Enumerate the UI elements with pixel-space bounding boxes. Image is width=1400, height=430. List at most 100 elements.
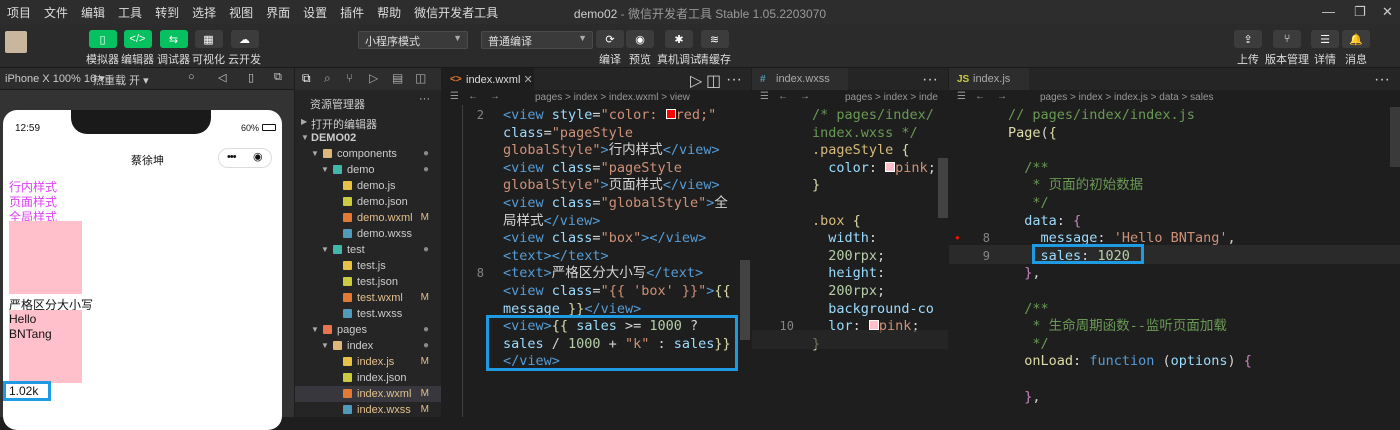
- open-editors-section[interactable]: ▶ 打开的编辑器: [295, 114, 441, 131]
- tree-file[interactable]: test.wxss: [295, 306, 441, 322]
- back-icon[interactable]: ←: [778, 91, 788, 102]
- details-button[interactable]: ☰ 详情: [1311, 30, 1339, 67]
- tree-file[interactable]: index.json: [295, 370, 441, 386]
- menu-item[interactable]: 项目: [0, 4, 37, 21]
- menu-item[interactable]: 视图: [222, 4, 259, 21]
- menu-item[interactable]: 选择: [185, 4, 222, 21]
- list-icon[interactable]: ☰: [957, 91, 966, 102]
- breadcrumb-item[interactable]: view: [670, 92, 690, 103]
- breadcrumb-item[interactable]: >: [600, 92, 609, 103]
- mode-select[interactable]: 小程序模式 ▼: [358, 31, 468, 49]
- list-icon[interactable]: ☰: [450, 91, 459, 102]
- tree-file[interactable]: index.wxml M: [295, 386, 441, 402]
- editor-button[interactable]: </> 编辑器: [121, 30, 154, 67]
- visual-button[interactable]: ▦ 可视化: [192, 30, 225, 67]
- wxss-code[interactable]: /* pages/index/ index.wxss */ .pageStyle…: [812, 107, 936, 353]
- preview-button[interactable]: ◉ 预览: [626, 30, 654, 67]
- simulator-button[interactable]: ▯ 模拟器: [86, 30, 119, 67]
- debug-icon[interactable]: ▷: [369, 71, 378, 85]
- breakpoint-icon[interactable]: ●: [955, 233, 960, 242]
- more-icon[interactable]: •••: [227, 151, 237, 163]
- menu-item[interactable]: 编辑: [74, 4, 111, 21]
- breadcrumb-item[interactable]: sales: [1190, 92, 1213, 103]
- tree-folder[interactable]: ▼ pages ●: [295, 322, 441, 338]
- breadcrumb-item[interactable]: index: [884, 92, 911, 103]
- breadcrumb-item[interactable]: >: [565, 92, 574, 103]
- scrollbar[interactable]: [1390, 107, 1400, 167]
- files-icon[interactable]: ⧉: [302, 71, 311, 86]
- source-control-icon[interactable]: ⑂: [346, 71, 353, 85]
- device-select[interactable]: iPhone X 100% 16 ▾: [5, 72, 105, 85]
- tree-file[interactable]: test.wxml M: [295, 290, 441, 306]
- more-icon[interactable]: ···: [726, 71, 742, 89]
- minimize-icon[interactable]: —: [1322, 4, 1335, 19]
- menu-item[interactable]: 工具: [111, 4, 148, 21]
- record-icon[interactable]: ○: [188, 71, 195, 83]
- close-icon[interactable]: ✕: [1382, 4, 1393, 20]
- search-icon[interactable]: ⌕: [324, 71, 331, 86]
- back-icon[interactable]: ←: [468, 91, 478, 102]
- tab-index-wxss[interactable]: # index.wxss: [752, 68, 848, 90]
- menu-item[interactable]: 设置: [296, 4, 333, 21]
- compile-mode-select[interactable]: 普通编译 ▼: [481, 31, 593, 49]
- clear-cache-button[interactable]: ≋ 清缓存: [698, 30, 731, 67]
- project-section[interactable]: ▼ DEMO02: [295, 130, 441, 146]
- tree-folder[interactable]: ▼ test ●: [295, 242, 441, 258]
- menu-item[interactable]: 插件: [333, 4, 370, 21]
- cloud-button[interactable]: ☁ 云开发: [228, 30, 261, 67]
- more-icon[interactable]: ···: [419, 93, 430, 105]
- close-capsule-icon[interactable]: ◉: [253, 150, 263, 163]
- tree-file[interactable]: demo.js: [295, 178, 441, 194]
- breadcrumb-item[interactable]: >: [1070, 92, 1079, 103]
- tree-folder[interactable]: ▼ components ●: [295, 146, 441, 162]
- back-icon[interactable]: ←: [975, 91, 985, 102]
- breadcrumb-item[interactable]: index: [574, 92, 601, 103]
- breadcrumb-item[interactable]: pages: [1040, 92, 1070, 103]
- tree-file[interactable]: test.js: [295, 258, 441, 274]
- split-icon[interactable]: ▷: [690, 71, 702, 91]
- hotreload-select[interactable]: 热重载 开 ▾: [93, 72, 149, 88]
- capsule-menu[interactable]: ••• ◉: [218, 148, 272, 168]
- tab-index-js[interactable]: JS index.js: [949, 68, 1029, 90]
- scrollbar[interactable]: [938, 158, 948, 218]
- breadcrumb-item[interactable]: pages: [535, 92, 565, 103]
- window-icon[interactable]: ⧉: [274, 71, 282, 84]
- version-button[interactable]: ⑂ 版本管理: [1265, 30, 1309, 67]
- breadcrumb-item[interactable]: index.js: [1114, 92, 1151, 103]
- forward-icon[interactable]: →: [997, 91, 1007, 102]
- breadcrumb-item[interactable]: >: [1182, 92, 1191, 103]
- compile-button[interactable]: ⟳ 编译: [596, 30, 624, 67]
- breadcrumb-item[interactable]: >: [661, 92, 670, 103]
- tab-index-wxml[interactable]: <> index.wxml ✕: [442, 68, 534, 90]
- tree-file[interactable]: index.js M: [295, 354, 441, 370]
- tree-file[interactable]: demo.json: [295, 194, 441, 210]
- messages-button[interactable]: 🔔 消息: [1342, 30, 1370, 67]
- breadcrumb-item[interactable]: >: [1151, 92, 1160, 103]
- tree-file[interactable]: demo.wxml M: [295, 210, 441, 226]
- tree-folder[interactable]: ▼ index ●: [295, 338, 441, 354]
- debugger-button[interactable]: ⇆ 调试器: [157, 30, 190, 67]
- breadcrumb-item[interactable]: pages: [845, 92, 875, 103]
- breadcrumb-item[interactable]: index: [1079, 92, 1106, 103]
- forward-icon[interactable]: →: [490, 91, 500, 102]
- phone-frame-icon[interactable]: ▯: [248, 71, 254, 84]
- menu-item[interactable]: 文件: [37, 4, 74, 21]
- more-icon[interactable]: ···: [1374, 71, 1390, 89]
- breadcrumb-item[interactable]: data: [1159, 92, 1181, 103]
- breadcrumb-item[interactable]: >: [1105, 92, 1114, 103]
- menu-item[interactable]: 帮助: [370, 4, 407, 21]
- breadcrumb-item[interactable]: >: [875, 92, 884, 103]
- upload-button[interactable]: ⇪ 上传: [1234, 30, 1262, 67]
- forward-icon[interactable]: →: [800, 91, 810, 102]
- menu-item[interactable]: 转到: [148, 4, 185, 21]
- tree-file[interactable]: index.wxss M: [295, 402, 441, 418]
- list-icon[interactable]: ☰: [760, 91, 769, 102]
- split-editor-icon[interactable]: ◫: [706, 71, 721, 91]
- avatar[interactable]: [5, 31, 27, 53]
- more-icon[interactable]: ···: [922, 71, 938, 89]
- scrollbar[interactable]: [740, 260, 750, 340]
- real-debug-button[interactable]: ✱ 真机调试: [657, 30, 701, 67]
- tree-file[interactable]: demo.wxss: [295, 226, 441, 242]
- breadcrumb-item[interactable]: >: [910, 92, 919, 103]
- menu-item[interactable]: 微信开发者工具: [407, 4, 504, 21]
